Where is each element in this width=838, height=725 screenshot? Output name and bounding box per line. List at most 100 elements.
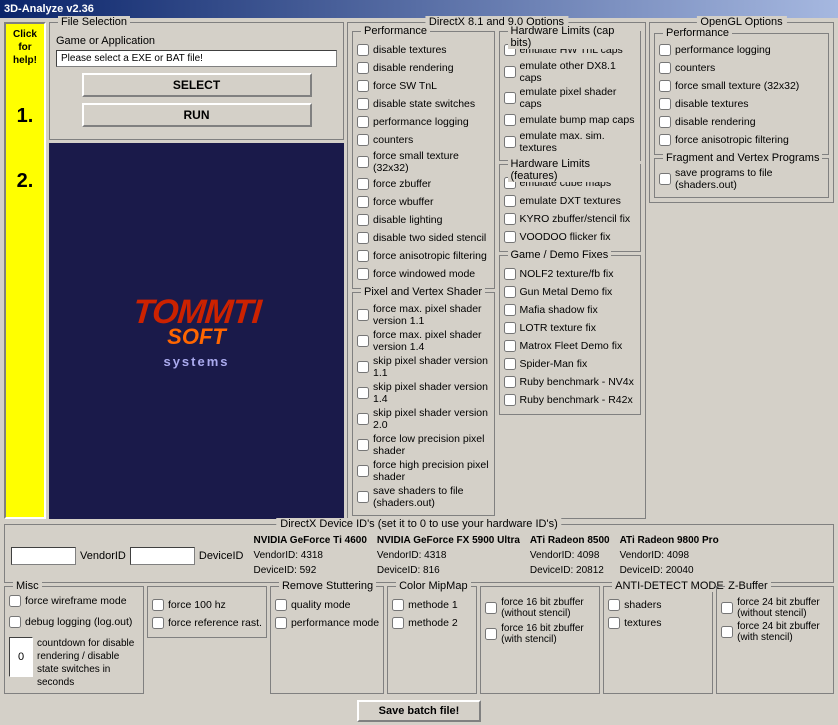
cb-disable-rendering-check[interactable]: [357, 62, 369, 74]
cb-skip-ps11-check[interactable]: [357, 361, 369, 373]
cb-save-shaders-check[interactable]: [357, 491, 369, 503]
cb-low-prec-ps-check[interactable]: [357, 439, 369, 451]
cb-skip-ps11: skip pixel shader version 1.1: [357, 355, 490, 379]
cb-ps14: force max. pixel shader version 1.4: [357, 329, 490, 353]
card-ati-9800: ATi Radeon 9800 Pro VendorID: 4098 Devic…: [620, 533, 719, 578]
opengl-group: OpenGL Options Performance performance l…: [649, 22, 834, 203]
cb-force-16-no-stencil-check[interactable]: [485, 602, 497, 614]
cb-save-programs-check[interactable]: [659, 173, 671, 185]
cb-emulate-dxt-check[interactable]: [504, 195, 516, 207]
cb-emulate-max-sim: emulate max. sim. textures: [504, 130, 637, 154]
card-ati-9800-name: ATi Radeon 9800 Pro: [620, 533, 719, 548]
cb-mafia-shadow-check[interactable]: [504, 304, 516, 316]
cb-ogl-disable-render-check[interactable]: [659, 116, 671, 128]
cb-disable-lighting-check[interactable]: [357, 214, 369, 226]
cb-force-ref-check[interactable]: [152, 617, 164, 629]
cb-methode2-check[interactable]: [392, 617, 404, 629]
cb-quality-mode-check[interactable]: [275, 599, 287, 611]
cb-ogl-disable-tex-check[interactable]: [659, 98, 671, 110]
vendor-id-input[interactable]: [11, 547, 76, 565]
cb-force-wbuffer-check[interactable]: [357, 196, 369, 208]
cb-skip-ps20-check[interactable]: [357, 413, 369, 425]
cb-methode1-check[interactable]: [392, 599, 404, 611]
cb-spider-man-check[interactable]: [504, 358, 516, 370]
countdown-input[interactable]: [9, 637, 33, 677]
hw-features-group: Hardware Limits (features) emulate cube …: [499, 164, 642, 252]
cb-lotr-check[interactable]: [504, 322, 516, 334]
misc-title: Misc: [13, 580, 42, 592]
cb-nolf2-check[interactable]: [504, 268, 516, 280]
cb-z24-stencil-check[interactable]: [721, 626, 733, 638]
fragment-group: Fragment and Vertex Programs save progra…: [654, 158, 829, 198]
cb-matrox-check[interactable]: [504, 340, 516, 352]
game-fixes-group: Game / Demo Fixes NOLF2 texture/fb fix G…: [499, 255, 642, 415]
save-batch-button[interactable]: Save batch file!: [357, 700, 482, 722]
cb-z24-stencil: force 24 bit zbuffer (with stencil): [721, 621, 829, 643]
card-nvidia-5900: NVIDIA GeForce FX 5900 Ultra VendorID: 4…: [377, 533, 520, 578]
cb-force-wbuffer: force wbuffer: [357, 194, 490, 210]
opengl-perf-title: Performance: [663, 27, 732, 39]
cb-z24-no-stencil-check[interactable]: [721, 602, 733, 614]
cb-force-16-stencil-check[interactable]: [485, 628, 497, 640]
hw-caps-group: Hardware Limits (cap bits) emulate HW Tn…: [499, 31, 642, 161]
cb-force-zbuffer: force zbuffer: [357, 176, 490, 192]
cb-emulate-dx81-check[interactable]: [504, 66, 516, 78]
cb-ogl-perf-logging-check[interactable]: [659, 44, 671, 56]
cb-performance-mode: performance mode: [275, 615, 379, 631]
top-row: Click for help! 1. 2. File Selection Gam…: [4, 22, 834, 519]
cb-disable-state-check[interactable]: [357, 98, 369, 110]
cb-force-zbuffer-check[interactable]: [357, 178, 369, 190]
cb-high-prec-ps-check[interactable]: [357, 465, 369, 477]
cb-disable-state: disable state switches: [357, 96, 490, 112]
click-help-panel[interactable]: Click for help! 1. 2.: [4, 22, 46, 519]
fragment-title: Fragment and Vertex Programs: [663, 152, 822, 164]
cb-perf-logging-check[interactable]: [357, 116, 369, 128]
cb-emulate-max-sim-check[interactable]: [504, 136, 516, 148]
device-id-input[interactable]: [130, 547, 195, 565]
cb-ogl-disable-render: disable rendering: [659, 114, 824, 130]
cb-lotr: LOTR texture fix: [504, 320, 637, 336]
hw-caps-title: Hardware Limits (cap bits): [508, 25, 641, 49]
cb-shaders-check[interactable]: [608, 599, 620, 611]
color-mipmap-group: Color MipMap methode 1 methode 2: [387, 586, 477, 694]
cb-ruby-nv4x-check[interactable]: [504, 376, 516, 388]
cb-debug-logging-check[interactable]: [9, 616, 21, 628]
cb-disable-two-sided-check[interactable]: [357, 232, 369, 244]
directx-content: Performance disable textures disable ren…: [352, 31, 641, 516]
pixel-shader-title: Pixel and Vertex Shader: [361, 286, 485, 298]
cb-save-shaders: save shaders to file (shaders.out): [357, 485, 490, 509]
cb-force-100hz-check[interactable]: [152, 599, 164, 611]
countdown-row: countdown for disable rendering / disabl…: [9, 637, 139, 689]
cb-force-16-no-stencil: force 16 bit zbuffer(without stencil): [485, 597, 595, 619]
cb-force-sw-tnl-check[interactable]: [357, 80, 369, 92]
run-button[interactable]: RUN: [82, 103, 312, 127]
card-nvidia-5900-device: DeviceID: 816: [377, 563, 520, 578]
cb-textures-check[interactable]: [608, 617, 620, 629]
cb-methode1: methode 1: [392, 597, 472, 613]
cb-ruby-r42x-check[interactable]: [504, 394, 516, 406]
right-half: Hardware Limits (cap bits) emulate HW Tn…: [499, 31, 642, 516]
cb-ps11-check[interactable]: [357, 309, 369, 321]
cb-quality-mode: quality mode: [275, 597, 379, 613]
cb-force-windowed-check[interactable]: [357, 268, 369, 280]
cb-ogl-force-aniso-check[interactable]: [659, 134, 671, 146]
cb-emulate-bump-map-check[interactable]: [504, 114, 516, 126]
cb-disable-textures-check[interactable]: [357, 44, 369, 56]
card-ati-8500-vendor: VendorID: 4098: [530, 548, 610, 563]
cb-counters-check[interactable]: [357, 134, 369, 146]
select-button[interactable]: SELECT: [82, 73, 312, 97]
cb-ogl-force-small-tex-check[interactable]: [659, 80, 671, 92]
cb-emulate-pixel-shader-check[interactable]: [504, 92, 516, 104]
card-nvidia-4600-name: NVIDIA GeForce Ti 4600: [254, 533, 367, 548]
cb-performance-mode-check[interactable]: [275, 617, 287, 629]
cb-ps14-check[interactable]: [357, 335, 369, 347]
cb-force-small-tex-check[interactable]: [357, 156, 369, 168]
misc-center-group: force 100 hz force reference rast.: [147, 586, 267, 694]
cb-skip-ps14-check[interactable]: [357, 387, 369, 399]
cb-force-aniso-check[interactable]: [357, 250, 369, 262]
cb-voodoo-fix-check[interactable]: [504, 231, 516, 243]
cb-kyro-fix-check[interactable]: [504, 213, 516, 225]
cb-ogl-counters-check[interactable]: [659, 62, 671, 74]
cb-force-wireframe-check[interactable]: [9, 595, 21, 607]
cb-gun-metal-check[interactable]: [504, 286, 516, 298]
